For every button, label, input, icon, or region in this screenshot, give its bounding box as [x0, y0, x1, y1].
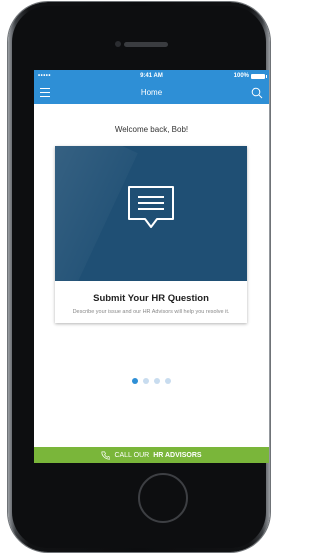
- page-title: Home: [140, 88, 163, 97]
- stage: ••••• 9:41 AM 100% Home Welcome back, Bo…: [0, 0, 278, 558]
- battery-percent: 100%: [233, 73, 249, 79]
- earpiece-speaker: [124, 42, 168, 47]
- card-description: Describe your issue and our HR Advisors …: [72, 309, 230, 315]
- hero-shine: [55, 146, 138, 281]
- home-button[interactable]: [138, 473, 188, 523]
- page-dot-2[interactable]: [143, 378, 149, 384]
- front-camera: [115, 41, 121, 47]
- cta-strong: HR ADVISORS: [153, 451, 202, 459]
- welcome-message: Welcome back, Bob!: [114, 125, 189, 134]
- status-bar: ••••• 9:41 AM 100%: [34, 70, 269, 82]
- page-dot-4[interactable]: [165, 378, 171, 384]
- call-hr-advisors-button[interactable]: CALL OUR HR ADVISORS: [34, 447, 269, 463]
- card-hero: [55, 146, 247, 281]
- card-title: Submit Your HR Question: [93, 293, 209, 304]
- page-dot-3[interactable]: [154, 378, 160, 384]
- app-screen: ••••• 9:41 AM 100% Home Welcome back, Bo…: [34, 70, 269, 463]
- cta-prefix: CALL OUR: [114, 451, 150, 459]
- hr-question-card[interactable]: Submit Your HR Question Describe your is…: [55, 146, 247, 323]
- chat-bubble-icon: [128, 186, 174, 228]
- battery-icon: [251, 73, 267, 79]
- search-icon[interactable]: [251, 87, 263, 99]
- page-dot-1[interactable]: [132, 378, 138, 384]
- phone-icon: [101, 451, 111, 459]
- nav-bar: Home: [34, 82, 269, 104]
- page-indicator: [34, 378, 269, 384]
- battery-indicator: 100%: [233, 73, 267, 79]
